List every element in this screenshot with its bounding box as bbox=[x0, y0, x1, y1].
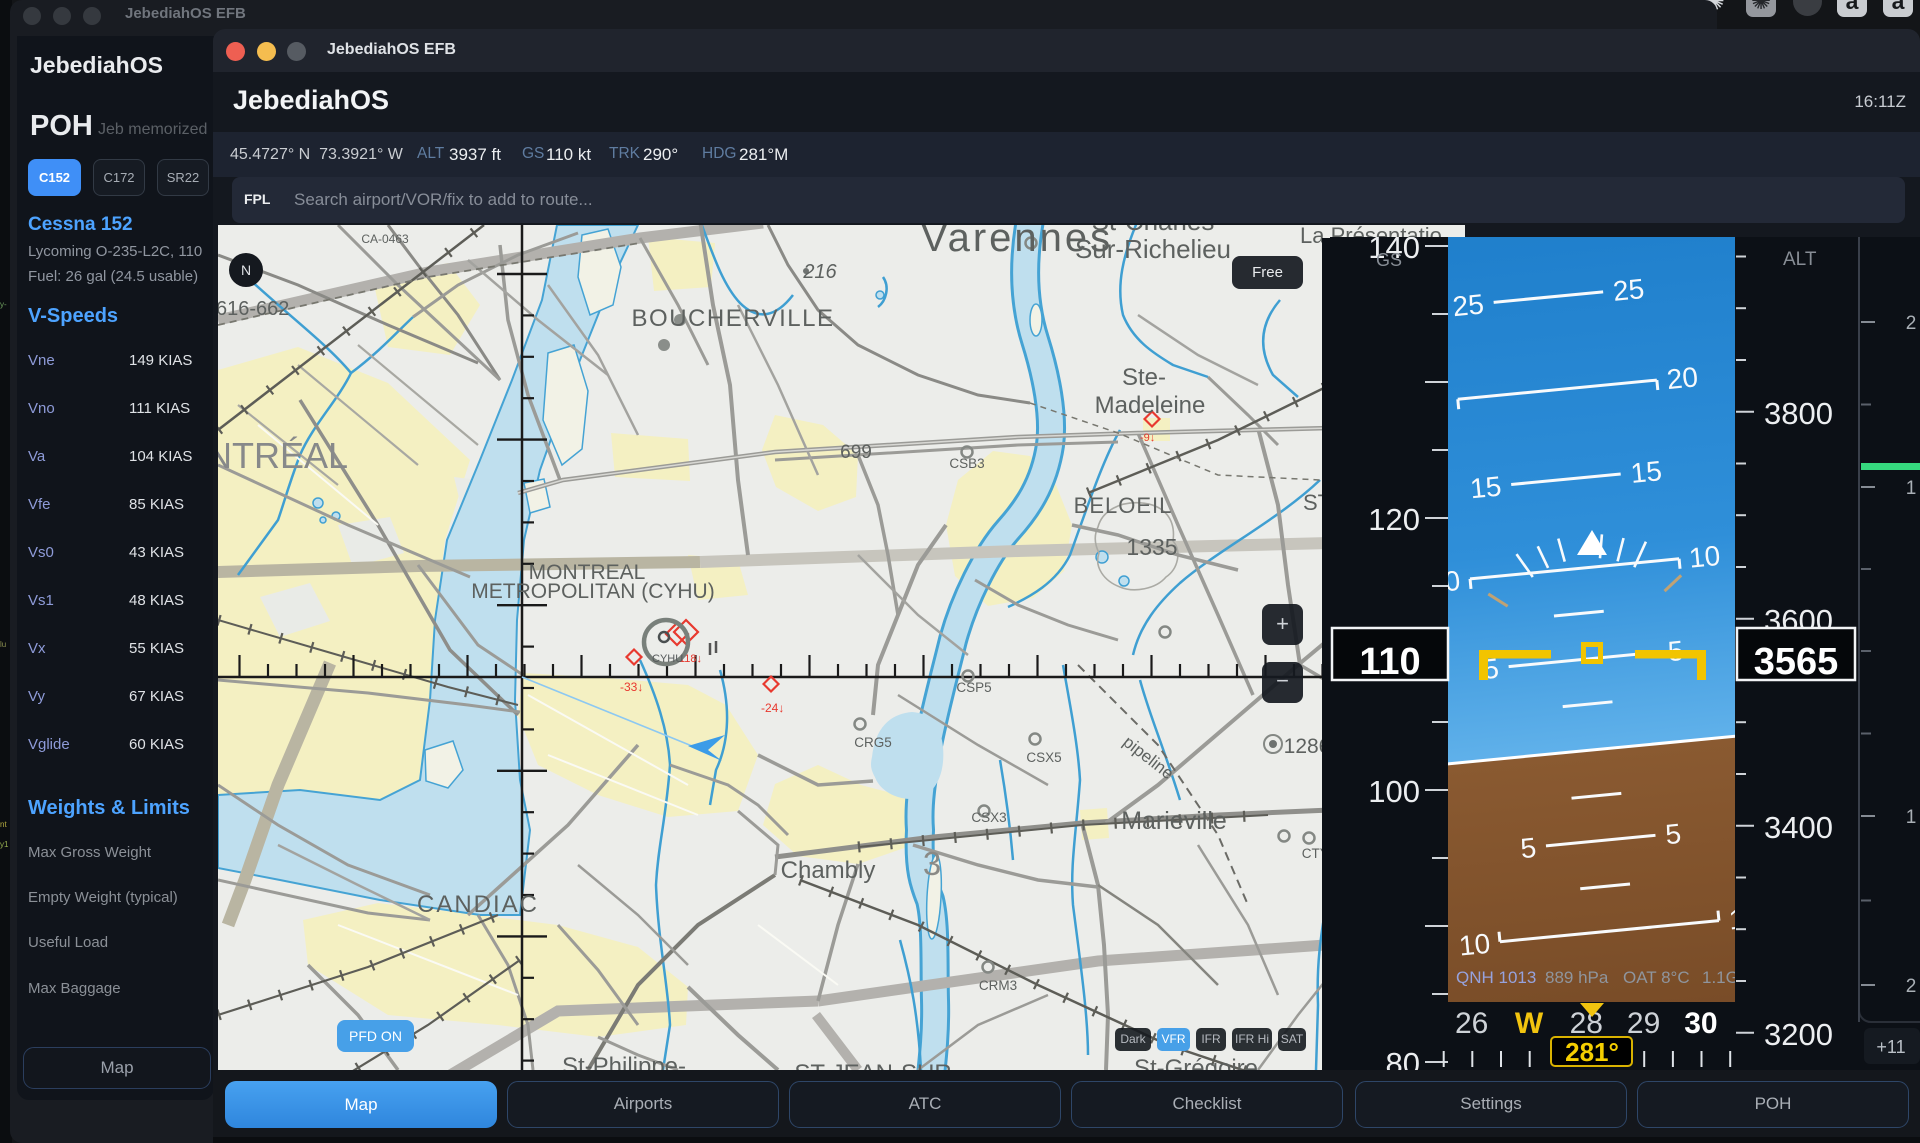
svg-text:GS: GS bbox=[1376, 250, 1402, 270]
svg-text:3565: 3565 bbox=[1754, 641, 1839, 683]
svg-text:CRM3: CRM3 bbox=[979, 978, 1017, 993]
svg-text:5: 5 bbox=[1664, 818, 1682, 850]
svg-text:3200: 3200 bbox=[1764, 1017, 1833, 1052]
svg-text:CSB3: CSB3 bbox=[949, 456, 984, 471]
svg-text:METROPOLITAN (CYHU): METROPOLITAN (CYHU) bbox=[471, 580, 714, 603]
svg-text:CSP5: CSP5 bbox=[956, 680, 991, 695]
svg-text:ST-JEAN-SUR: ST-JEAN-SUR bbox=[794, 1060, 951, 1070]
svg-text:Ste-: Ste- bbox=[1122, 364, 1166, 391]
svg-text:29: 29 bbox=[1627, 1007, 1660, 1040]
svg-text:3400: 3400 bbox=[1764, 810, 1833, 845]
svg-text:BELOEIL: BELOEIL bbox=[1074, 493, 1173, 518]
svg-text:ALT: ALT bbox=[1783, 249, 1817, 270]
svg-text:216: 216 bbox=[802, 261, 837, 283]
svg-text:3: 3 bbox=[923, 845, 941, 882]
svg-text:26: 26 bbox=[1455, 1007, 1488, 1040]
svg-text:10: 10 bbox=[1688, 540, 1722, 574]
svg-text:3800: 3800 bbox=[1764, 396, 1833, 431]
svg-text:5: 5 bbox=[1519, 832, 1537, 864]
svg-text:2: 2 bbox=[1906, 976, 1917, 997]
svg-text:28: 28 bbox=[1570, 1007, 1603, 1040]
svg-text:QNH 1013: QNH 1013 bbox=[1456, 968, 1536, 987]
svg-text:-9↓: -9↓ bbox=[1140, 432, 1155, 444]
svg-text:15: 15 bbox=[1469, 471, 1503, 505]
svg-text:281°: 281° bbox=[1565, 1037, 1619, 1067]
svg-text:St-Grégoire: St-Grégoire bbox=[1134, 1055, 1258, 1070]
svg-text:1: 1 bbox=[1906, 807, 1917, 828]
svg-text:25: 25 bbox=[1451, 288, 1485, 322]
svg-text:NTRÉAL: NTRÉAL bbox=[218, 435, 348, 476]
svg-text:CA-0463: CA-0463 bbox=[361, 232, 409, 246]
svg-text:OAT 8°C: OAT 8°C bbox=[1623, 968, 1690, 987]
svg-text:Madeleine: Madeleine bbox=[1095, 392, 1206, 419]
svg-text:Sur-Richelieu: Sur-Richelieu bbox=[1075, 234, 1231, 264]
svg-text:CSX3: CSX3 bbox=[971, 810, 1006, 825]
svg-text:2: 2 bbox=[1906, 313, 1917, 334]
svg-text:CRG5: CRG5 bbox=[854, 735, 892, 750]
svg-text:Chambly: Chambly bbox=[781, 857, 876, 884]
svg-text:BOUCHERVILLE: BOUCHERVILLE bbox=[632, 305, 835, 332]
svg-text:25: 25 bbox=[1612, 273, 1646, 307]
svg-text:110: 110 bbox=[1359, 641, 1420, 683]
svg-text:CANDIAC: CANDIAC bbox=[417, 891, 539, 918]
svg-text:-33↓: -33↓ bbox=[620, 680, 643, 694]
svg-text:30: 30 bbox=[1684, 1007, 1717, 1040]
svg-text:1.1G: 1.1G bbox=[1702, 968, 1739, 987]
svg-text:-24↓: -24↓ bbox=[761, 701, 784, 715]
svg-text:St-Philippe-: St-Philippe- bbox=[562, 1053, 686, 1070]
svg-text:CYHU: CYHU bbox=[652, 653, 683, 665]
svg-text:15: 15 bbox=[1629, 455, 1663, 489]
svg-text:100: 100 bbox=[1368, 774, 1420, 809]
svg-text:1335: 1335 bbox=[1126, 534, 1177, 560]
svg-text:889 hPa: 889 hPa bbox=[1545, 968, 1609, 987]
svg-text:Marieville: Marieville bbox=[1121, 807, 1227, 835]
svg-text:+11: +11 bbox=[1876, 1037, 1905, 1057]
svg-text:616-662: 616-662 bbox=[218, 298, 289, 320]
svg-text:699: 699 bbox=[840, 442, 872, 463]
svg-text:120: 120 bbox=[1368, 502, 1420, 537]
svg-text:80: 80 bbox=[1386, 1046, 1420, 1070]
svg-text:20: 20 bbox=[1665, 361, 1699, 395]
svg-text:1: 1 bbox=[1906, 478, 1917, 499]
svg-text:10: 10 bbox=[1458, 928, 1492, 962]
svg-text:W: W bbox=[1515, 1007, 1544, 1040]
svg-text:CSX5: CSX5 bbox=[1026, 750, 1061, 765]
